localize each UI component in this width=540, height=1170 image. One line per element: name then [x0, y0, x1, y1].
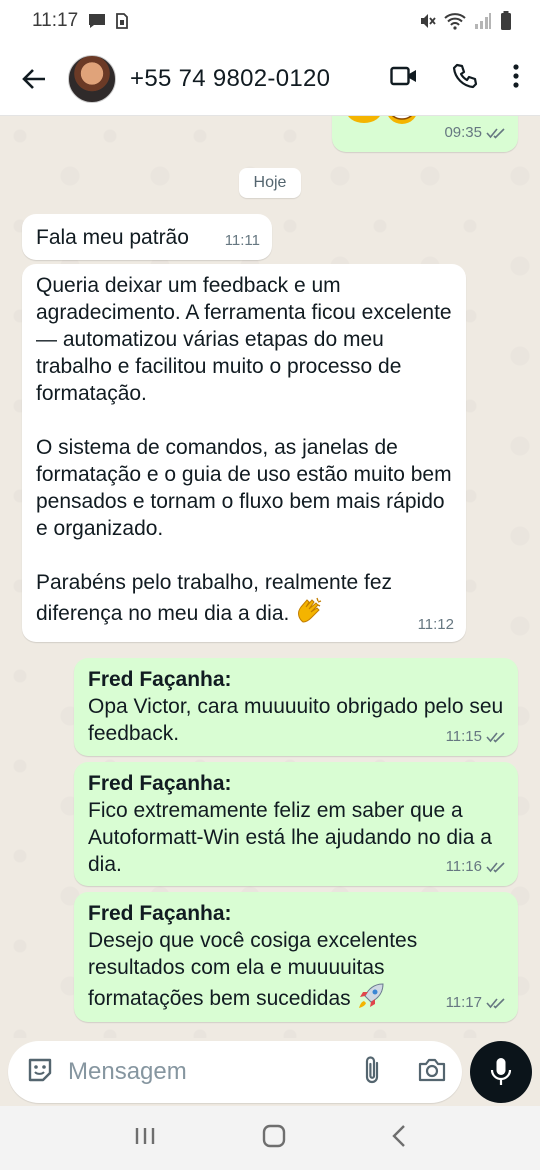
message-sender: Fred Façanha: [88, 902, 232, 925]
contact-name[interactable]: +55 74 9802-0120 [130, 65, 330, 93]
message-input[interactable]: Mensagem [8, 1041, 463, 1103]
attach-icon[interactable] [362, 1055, 382, 1090]
sticker-icon[interactable] [26, 1056, 54, 1089]
message-time: 11:15 [446, 723, 506, 750]
message-time: 11:16 [446, 853, 506, 880]
double-check-icon [486, 127, 505, 139]
arrow-left-icon [22, 68, 45, 89]
voice-call-icon[interactable] [452, 63, 478, 94]
message-bubble-outgoing[interactable]: Fred Façanha: Fico extremamente feliz em… [74, 762, 518, 886]
message-paragraph: O sistema de comandos, as janelas de for… [36, 436, 452, 540]
clapping-hands-icon [295, 596, 325, 633]
home-icon[interactable] [262, 1124, 286, 1153]
message-bubble-previous[interactable]: 09:35 [332, 116, 518, 152]
double-check-icon [486, 861, 505, 873]
back-button[interactable] [18, 63, 50, 95]
double-check-icon [486, 997, 505, 1009]
message-text: Fico extremamente feliz em saber que a A… [88, 799, 492, 876]
emoji-sticker-icon [342, 116, 422, 135]
recent-apps-icon[interactable] [133, 1126, 157, 1151]
date-divider: Hoje [239, 168, 301, 198]
back-nav-icon[interactable] [391, 1124, 407, 1153]
message-paragraph: Parabéns pelo trabalho, realmente fez di… [36, 571, 393, 626]
message-paragraph: Queria deixar um feedback e um agradecim… [36, 274, 452, 405]
more-options-icon[interactable] [512, 64, 520, 93]
message-time: 11:17 [446, 989, 506, 1016]
message-sender: Fred Façanha: [88, 668, 232, 691]
chat-area[interactable]: 09:35 Hoje Fala meu patrão 11:11 Queria … [0, 116, 540, 1038]
message-composer: Mensagem [0, 1038, 540, 1106]
rocket-icon [356, 981, 386, 1018]
video-call-icon[interactable] [390, 65, 418, 92]
mute-icon [418, 12, 436, 30]
system-navigation-bar [0, 1106, 540, 1170]
message-bubble-incoming[interactable]: Queria deixar um feedback e um agradecim… [22, 264, 466, 642]
message-bubble-incoming[interactable]: Fala meu patrão 11:11 [22, 214, 272, 260]
message-time: 09:35 [444, 119, 506, 146]
message-input-placeholder[interactable]: Mensagem [68, 1058, 187, 1086]
message-bubble-outgoing[interactable]: Fred Façanha: Desejo que você cosiga exc… [74, 892, 518, 1022]
camera-icon[interactable] [418, 1058, 446, 1087]
contact-avatar[interactable] [68, 54, 116, 103]
double-check-icon [486, 731, 505, 743]
wifi-icon [444, 12, 466, 30]
chat-notification-icon [88, 13, 106, 29]
message-bubble-outgoing[interactable]: Fred Façanha: Opa Victor, cara muuuuito … [74, 658, 518, 756]
chat-header: +55 74 9802-0120 [0, 42, 540, 116]
message-sender: Fred Façanha: [88, 772, 232, 795]
message-text: Fala meu patrão [36, 226, 189, 249]
status-bar: 11:17 [0, 0, 540, 42]
voice-message-button[interactable] [470, 1041, 532, 1103]
signal-icon [474, 12, 492, 30]
message-time: 11:12 [417, 616, 454, 633]
status-time: 11:17 [32, 10, 79, 31]
message-time: 11:11 [224, 232, 260, 249]
sim-icon [116, 13, 129, 29]
battery-icon [500, 11, 512, 31]
message-text: Opa Victor, cara muuuuito obrigado pelo … [88, 695, 504, 745]
microphone-icon [491, 1058, 512, 1085]
